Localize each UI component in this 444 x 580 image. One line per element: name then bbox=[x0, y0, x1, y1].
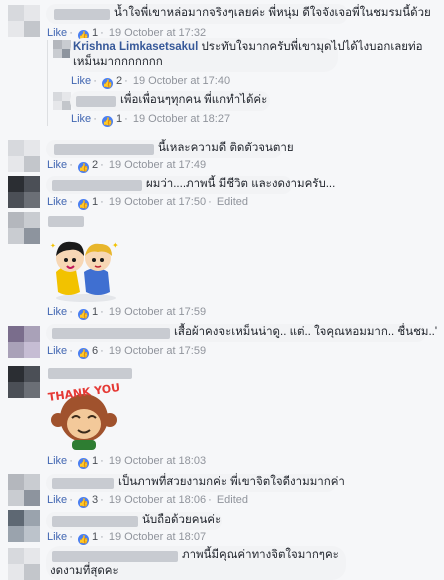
comment-bubble: นี้เหละความดี ติดตัวจนตาย bbox=[46, 140, 294, 158]
comment-bubble: น้ำใจพี่เขาหล่อมากจริงๆเลยค่ะ พี่หนุ่ม ด… bbox=[46, 4, 431, 24]
like-icon: 👍 bbox=[77, 497, 89, 508]
avatar[interactable] bbox=[8, 510, 40, 542]
comment-meta: Like · 👍 3 · 19 October at 18:06 · Edited bbox=[47, 494, 249, 508]
commenter-name[interactable]: Krishna Limkasetsakul bbox=[73, 41, 198, 53]
timestamp[interactable]: 19 October at 18:27 bbox=[133, 113, 230, 125]
comment-bubble: เพื่อเพื่อนๆทุกคน พี่แกทำได้ค่ะ bbox=[70, 91, 270, 111]
timestamp[interactable]: 19 October at 18:03 bbox=[109, 455, 206, 467]
reply-thread-line bbox=[47, 40, 48, 126]
edited-label[interactable]: Edited bbox=[217, 494, 248, 506]
comment-meta: Like · 👍 1 · 19 October at 18:27 bbox=[71, 113, 231, 127]
timestamp[interactable]: 19 October at 17:40 bbox=[133, 75, 230, 87]
avatar[interactable] bbox=[8, 326, 40, 358]
timestamp[interactable]: 19 October at 18:06 bbox=[109, 494, 206, 506]
avatar[interactable] bbox=[8, 176, 40, 208]
like-icon: 👍 bbox=[77, 348, 89, 359]
timestamp[interactable]: 19 October at 18:07 bbox=[109, 531, 206, 543]
like-icon: 👍 bbox=[101, 78, 113, 89]
avatar[interactable] bbox=[53, 92, 71, 110]
like-button[interactable]: Like bbox=[71, 113, 91, 125]
blurred-name bbox=[48, 368, 132, 379]
comment-text: เหม็นมากกกกกกก bbox=[73, 56, 163, 68]
like-icon: 👍 bbox=[101, 116, 113, 127]
blurred-name bbox=[76, 96, 116, 107]
svg-text:✦: ✦ bbox=[50, 242, 56, 250]
comment-text: นี้เหละความดี ติดตัวจนตาย bbox=[158, 142, 294, 154]
avatar[interactable] bbox=[8, 474, 40, 506]
like-icon: 👍 bbox=[77, 534, 89, 545]
comment-text: เสื้อผ้าคงจะเหม็นน่าดู.. แต่.. ใจคุณหอมม… bbox=[174, 326, 438, 338]
comment-meta: Like · 👍 2 · 19 October at 17:49 bbox=[47, 159, 207, 173]
timestamp[interactable]: 19 October at 17:59 bbox=[109, 345, 206, 357]
timestamp[interactable]: 19 October at 17:59 bbox=[109, 306, 206, 318]
blurred-name bbox=[54, 144, 154, 155]
like-button[interactable]: Like bbox=[47, 27, 67, 39]
avatar[interactable] bbox=[8, 5, 40, 37]
like-button[interactable]: Like bbox=[47, 306, 67, 318]
like-icon: 👍 bbox=[77, 199, 89, 210]
comment-bubble: ภาพนี้มีคุณค่าทางจิตใจมากๆคะ งดงามที่สุด… bbox=[46, 546, 346, 580]
like-button[interactable]: Like bbox=[47, 455, 67, 467]
comment-bubble: Krishna Limkasetsakul ประทับใจมากครับพี่… bbox=[70, 38, 423, 72]
edited-label[interactable]: Edited bbox=[217, 196, 248, 208]
blurred-name bbox=[54, 9, 110, 20]
thank-you-monkey-sticker: THANK YOU bbox=[47, 381, 121, 450]
comment-text: ผมว่า....ภาพนี้ มีชีวิต และงดงามครับ... bbox=[146, 178, 336, 190]
comment-text: ภาพนี้มีคุณค่าทางจิตใจมากๆคะ bbox=[182, 549, 339, 561]
comment-text: ประทับใจมากครับพี่เขามุดไปได้ไงบอกเลยท่อ bbox=[201, 41, 423, 53]
timestamp[interactable]: 19 October at 17:50 bbox=[109, 196, 206, 208]
like-button[interactable]: Like bbox=[47, 494, 67, 506]
comment-meta: Like · 👍 1 · 19 October at 18:03 bbox=[47, 455, 207, 469]
blurred-name bbox=[52, 180, 142, 191]
comment-meta: Like · 👍 1 · 19 October at 18:07 bbox=[47, 531, 207, 545]
comment-meta: Like · 👍 2 · 19 October at 17:40 bbox=[71, 75, 231, 89]
like-icon: 👍 bbox=[77, 162, 89, 173]
comment-text: เพื่อเพื่อนๆทุกคน พี่แกทำได้ค่ะ bbox=[120, 94, 268, 106]
avatar[interactable] bbox=[8, 548, 40, 580]
comment-text: น้ำใจพี่เขาหล่อมากจริงๆเลยค่ะ พี่หนุ่ม ด… bbox=[114, 7, 431, 19]
comment-meta: Like · 👍 6 · 19 October at 17:59 bbox=[47, 345, 207, 359]
avatar[interactable] bbox=[8, 140, 40, 172]
blurred-name bbox=[52, 328, 170, 339]
comment-meta: Like · 👍 1 · 19 October at 17:50 · Edited bbox=[47, 196, 249, 210]
like-button[interactable]: Like bbox=[47, 345, 67, 357]
avatar[interactable] bbox=[53, 40, 71, 58]
blurred-name bbox=[52, 551, 178, 562]
like-button[interactable]: Like bbox=[47, 196, 67, 208]
timestamp[interactable]: 19 October at 17:49 bbox=[109, 159, 206, 171]
like-button[interactable]: Like bbox=[47, 159, 67, 171]
comment-bubble: เป็นภาพที่สวยงามกค่ะ พี่เขาจิตใจดีงามมาก… bbox=[46, 474, 345, 492]
blurred-name bbox=[52, 478, 114, 489]
like-icon: 👍 bbox=[77, 458, 89, 469]
blurred-name bbox=[52, 516, 138, 527]
comment-text: นับถือด้วยคนค่ะ bbox=[142, 514, 222, 526]
blurred-name bbox=[48, 216, 84, 227]
avatar[interactable] bbox=[8, 366, 40, 398]
comment-text: เป็นภาพที่สวยงามกค่ะ พี่เขาจิตใจดีงามมาก… bbox=[118, 476, 345, 488]
comment-bubble: เสื้อผ้าคงจะเหม็นน่าดู.. แต่.. ใจคุณหอมม… bbox=[46, 324, 437, 342]
svg-text:✦: ✦ bbox=[112, 241, 119, 250]
cartoon-kids-sticker: ✦ ✦ bbox=[50, 241, 119, 302]
like-icon: 👍 bbox=[77, 309, 89, 320]
comment-meta: Like · 👍 1 · 19 October at 17:59 bbox=[47, 306, 207, 320]
comment-bubble: นับถือด้วยคนค่ะ bbox=[46, 512, 222, 530]
comment-text: งดงามที่สุดคะ bbox=[50, 565, 119, 577]
like-button[interactable]: Like bbox=[47, 531, 67, 543]
comment-bubble: ผมว่า....ภาพนี้ มีชีวิต และงดงามครับ... bbox=[46, 176, 335, 194]
avatar[interactable] bbox=[8, 212, 40, 244]
like-button[interactable]: Like bbox=[71, 75, 91, 87]
